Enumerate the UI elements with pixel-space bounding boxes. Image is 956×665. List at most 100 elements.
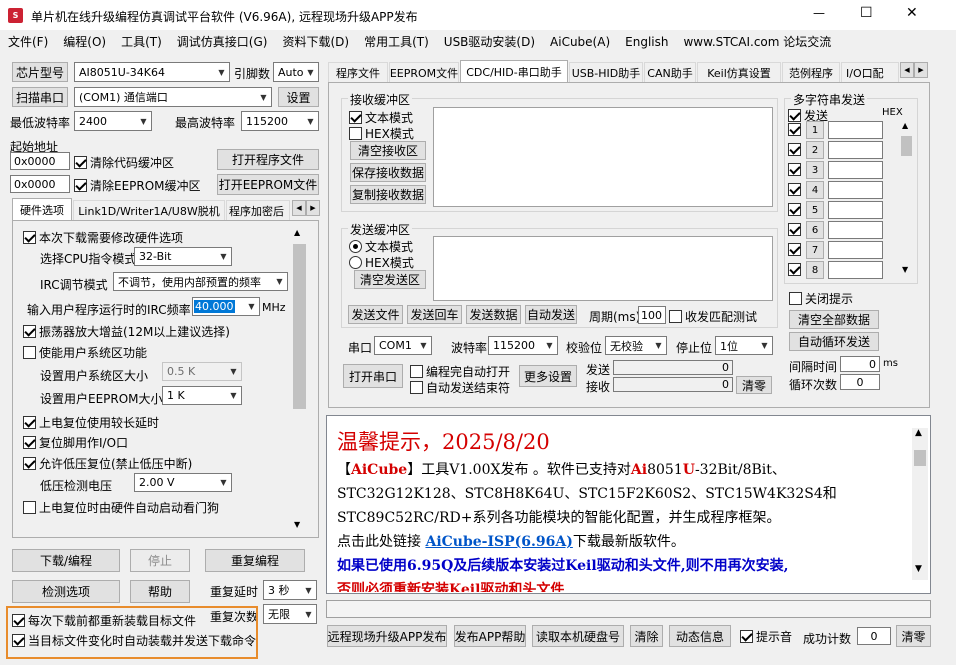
scroll-down-icon[interactable]: ▼ [915, 564, 922, 574]
row-string-input[interactable] [828, 201, 883, 219]
irc-frequency-input[interactable]: 40.000 ▼ [192, 297, 260, 316]
open-program-file-button[interactable]: 打开程序文件 [217, 149, 319, 170]
open-eeprom-file-button[interactable]: 打开EEPROM文件 [217, 174, 319, 195]
send-return-button[interactable]: 发送回车 [407, 305, 462, 324]
tab-offline-writer[interactable]: Link1D/Writer1A/U8W脱机 [73, 200, 225, 220]
remote-upgrade-button[interactable]: 远程现场升级APP发布 [327, 625, 447, 647]
reset-count-button[interactable]: 清零 [896, 625, 931, 647]
minimize-icon[interactable]: — [813, 6, 825, 20]
auto-open-checkbox[interactable]: 编程完自动打开 [410, 363, 510, 380]
clear-button[interactable]: 清除 [630, 625, 663, 647]
tab-scroll-right-icon[interactable]: ▶ [306, 200, 320, 216]
system-area-size-select[interactable]: 0.5 K ▼ [162, 362, 242, 381]
hardware-scrollbar[interactable]: ▲ ▼ [291, 226, 308, 532]
recv-text-mode-checkbox[interactable]: 文本模式 [349, 109, 413, 126]
detect-options-button[interactable]: 检测选项 [12, 580, 120, 603]
clear-all-data-button[interactable]: 清空全部数据 [789, 310, 879, 329]
pin-count-select[interactable]: Auto ▼ [273, 62, 319, 82]
scroll-thumb[interactable] [293, 244, 306, 409]
auto-terminator-checkbox[interactable]: 自动发送结束符 [410, 379, 510, 396]
row-string-input[interactable] [828, 161, 883, 179]
row-send-checkbox[interactable] [788, 203, 801, 216]
repeat-count-select[interactable]: 无限 ▼ [263, 604, 317, 624]
tab-scroll-right-icon[interactable]: ▶ [914, 62, 928, 78]
repeat-program-button[interactable]: 重复编程 [205, 549, 305, 572]
watchdog-checkbox[interactable]: 上电复位时由硬件自动启动看门狗 [23, 499, 219, 516]
eeprom-address-input[interactable]: 0x0000 [10, 175, 70, 193]
scroll-down-icon[interactable]: ▼ [294, 520, 300, 529]
row-string-input[interactable] [828, 141, 883, 159]
match-test-checkbox[interactable]: 收发匹配测试 [669, 308, 757, 325]
read-disk-button[interactable]: 读取本机硬盘号 [532, 625, 624, 647]
row-send-checkbox[interactable] [788, 263, 801, 276]
tab-serial-assistant[interactable]: CDC/HID-串口助手 [460, 60, 568, 82]
download-link[interactable]: AiCube-ISP(6.96A) [425, 534, 572, 550]
send-hex-mode-radio[interactable]: HEX模式 [349, 254, 414, 271]
irc-mode-select[interactable]: 不调节，使用内部预置的频率 ▼ [113, 272, 288, 291]
menu-program[interactable]: 编程(O) [63, 35, 106, 49]
port-select[interactable]: (COM1) 通信端口 ▼ [74, 87, 272, 107]
receive-textarea[interactable] [433, 107, 773, 207]
close-hint-checkbox[interactable]: 关闭提示 [789, 290, 853, 307]
help-button[interactable]: 帮助 [130, 580, 190, 603]
row-string-input[interactable] [828, 181, 883, 199]
send-text-mode-radio[interactable]: 文本模式 [349, 238, 413, 255]
stop-button[interactable]: 停止 [130, 549, 190, 572]
baud-rate-select[interactable]: 115200 ▼ [488, 336, 558, 355]
menu-file[interactable]: 文件(F) [8, 35, 48, 49]
row-send-button[interactable]: 3 [806, 161, 824, 179]
tab-examples[interactable]: 范例程序 [782, 62, 840, 82]
row-send-checkbox[interactable] [788, 123, 801, 136]
menu-aicube[interactable]: AiCube(A) [550, 35, 610, 49]
row-string-input[interactable] [828, 241, 883, 259]
row-send-button[interactable]: 1 [806, 121, 824, 139]
eeprom-size-select[interactable]: 1 K ▼ [162, 386, 242, 405]
serial-port-select[interactable]: COM1 ▼ [374, 336, 432, 355]
menu-tools[interactable]: 工具(T) [121, 35, 162, 49]
repeat-delay-select[interactable]: 3 秒 ▼ [263, 580, 317, 600]
period-input[interactable]: 100 [638, 306, 666, 324]
tab-program-file[interactable]: 程序文件 [328, 62, 388, 82]
auto-send-on-change-checkbox[interactable]: 当目标文件变化时自动装载并发送下载命令 [12, 632, 256, 649]
scroll-down-icon[interactable]: ▼ [902, 265, 908, 274]
row-string-input[interactable] [828, 221, 883, 239]
row-send-checkbox[interactable] [788, 183, 801, 196]
oscillator-gain-checkbox[interactable]: 振荡器放大增益(12M以上建议选择) [23, 323, 230, 340]
notice-scrollbar[interactable]: ▲ ▼ [912, 428, 928, 580]
more-settings-button[interactable]: 更多设置 [519, 365, 577, 387]
row-send-button[interactable]: 7 [806, 241, 824, 259]
tab-scroll-left-icon[interactable]: ◀ [900, 62, 914, 78]
low-voltage-reset-checkbox[interactable]: 允许低压复位(禁止低压中断) [23, 455, 192, 472]
row-send-checkbox[interactable] [788, 223, 801, 236]
row-string-input[interactable] [828, 121, 883, 139]
publish-help-button[interactable]: 发布APP帮助 [454, 625, 526, 647]
menu-english[interactable]: English [625, 35, 668, 49]
chip-model-button[interactable]: 芯片型号 [12, 62, 68, 82]
tab-hardware-options[interactable]: 硬件选项 [12, 198, 72, 220]
recv-hex-mode-checkbox[interactable]: HEX模式 [349, 125, 414, 142]
power-on-delay-checkbox[interactable]: 上电复位使用较长延时 [23, 414, 159, 431]
clear-code-buffer-checkbox[interactable]: 清除代码缓冲区 [74, 154, 174, 171]
beep-checkbox[interactable]: 提示音 [740, 628, 792, 645]
clear-send-button[interactable]: 清空发送区 [354, 270, 426, 289]
copy-receive-button[interactable]: 复制接收数据 [350, 185, 426, 204]
open-serial-button[interactable]: 打开串口 [343, 364, 403, 388]
chip-model-select[interactable]: AI8051U-34K64 ▼ [74, 62, 230, 82]
send-file-button[interactable]: 发送文件 [348, 305, 403, 324]
loop-count-input[interactable]: 0 [840, 374, 880, 390]
multi-string-scrollbar[interactable]: ▲ ▼ [899, 121, 914, 281]
cpu-mode-select[interactable]: 32-Bit ▼ [134, 247, 232, 266]
row-send-button[interactable]: 8 [806, 261, 824, 279]
tab-keil[interactable]: Keil仿真设置 [697, 62, 781, 82]
row-send-checkbox[interactable] [788, 163, 801, 176]
menu-debug[interactable]: 调试仿真接口(G) [177, 35, 268, 49]
auto-loop-send-button[interactable]: 自动循环发送 [789, 332, 879, 351]
code-address-input[interactable]: 0x0000 [10, 152, 70, 170]
scan-port-button[interactable]: 扫描串口 [12, 87, 68, 107]
auto-send-button[interactable]: 自动发送 [525, 305, 577, 324]
send-textarea[interactable] [433, 236, 773, 301]
modify-hardware-checkbox[interactable]: 本次下载需要修改硬件选项 [23, 229, 183, 246]
clear-receive-button[interactable]: 清空接收区 [350, 141, 426, 160]
row-send-button[interactable]: 6 [806, 221, 824, 239]
menu-usb-driver[interactable]: USB驱动安装(D) [444, 35, 535, 49]
